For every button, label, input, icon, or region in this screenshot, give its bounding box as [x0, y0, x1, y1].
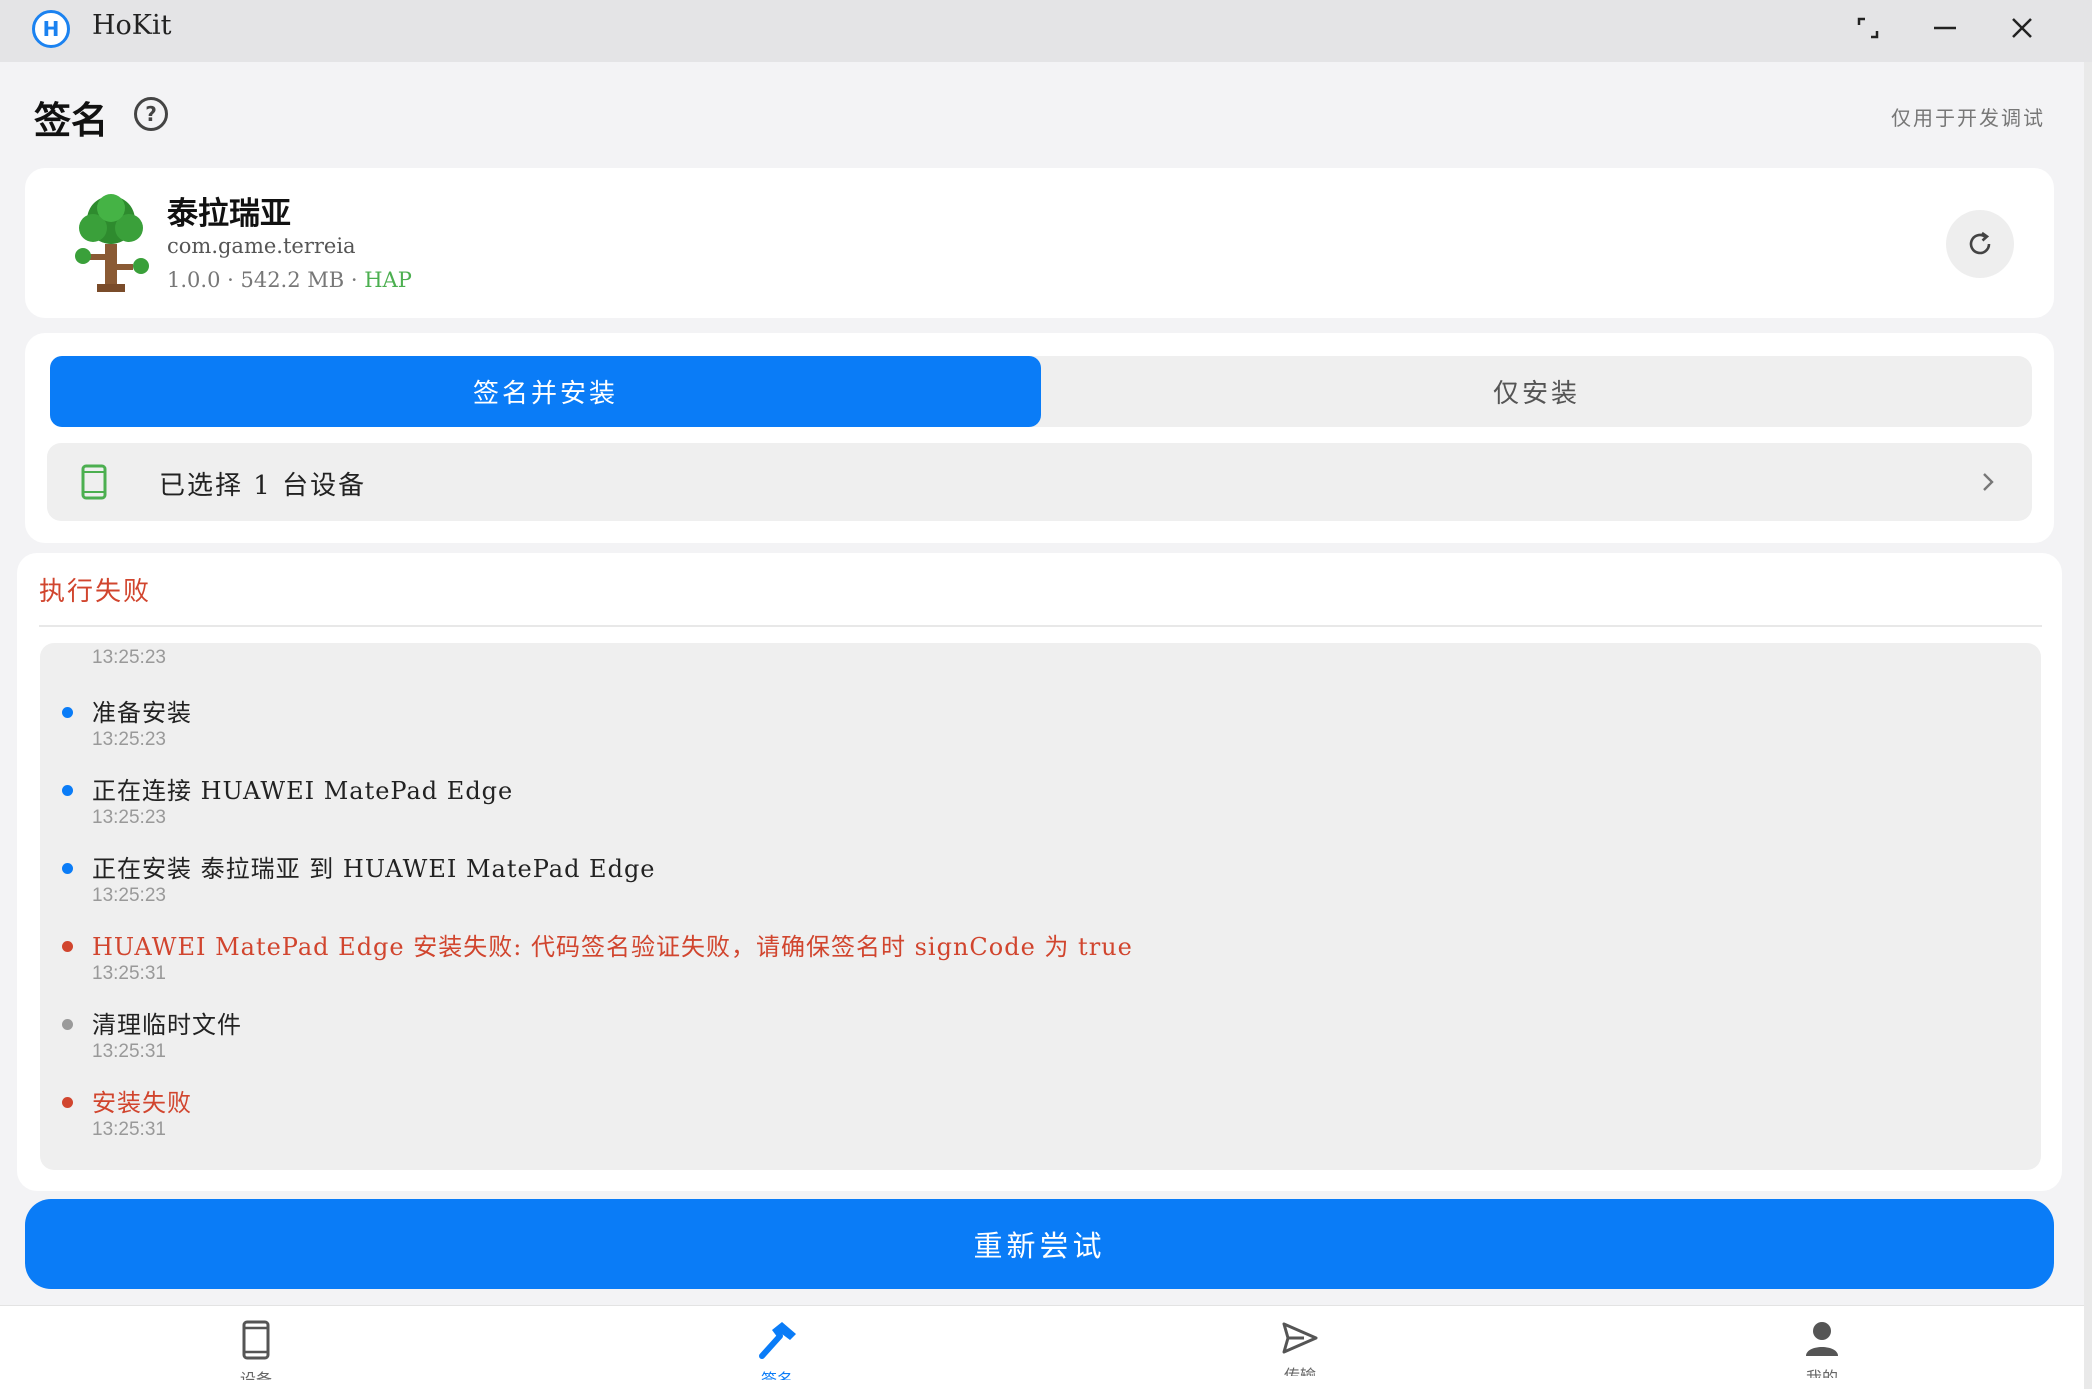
log-dot-icon: [62, 941, 73, 952]
help-glyph: ?: [145, 102, 157, 126]
refresh-button[interactable]: [1946, 210, 2014, 278]
nav-item-devices[interactable]: 设备: [196, 1320, 316, 1389]
meta-separator: ·: [220, 268, 241, 292]
selected-device-count: 已选择 1 台设备: [159, 471, 367, 501]
log-dot-icon: [62, 1097, 73, 1108]
log-entry: 正在安装 泰拉瑞亚 到 HUAWEI MatePad Edge 13:25:23: [40, 843, 2041, 921]
close-button[interactable]: [1994, 8, 2050, 48]
device-selector[interactable]: 已选择 1 台设备: [47, 443, 2032, 521]
window-title: HoKit: [92, 10, 172, 41]
log-time: 13:25:31: [92, 1119, 166, 1140]
log-dot-icon: [62, 785, 73, 796]
execution-status: 执行失败: [39, 577, 152, 607]
log-time: 13:25:23: [92, 885, 166, 906]
minimize-icon: [1934, 26, 1956, 30]
log-entry: 清理临时文件 13:25:31: [40, 999, 2041, 1077]
app-name: 泰拉瑞亚: [167, 196, 291, 232]
meta-separator: ·: [344, 268, 365, 292]
log-message: 正在安装 泰拉瑞亚 到 HUAWEI MatePad Edge: [92, 855, 656, 883]
nav-label: 我的: [1805, 1368, 1838, 1378]
app-version: 1.0.0: [167, 268, 221, 292]
log-dot-icon: [62, 1019, 73, 1030]
log-message: 清理临时文件: [92, 1011, 242, 1039]
app-package: com.game.terreia: [167, 234, 356, 258]
log-time: 13:25:31: [92, 1041, 166, 1062]
nav-label: 设备: [239, 1370, 272, 1380]
app-window: H HoKit 签名 ? 仅用于开发调试 泰拉瑞亚 com.game.terre…: [0, 0, 2092, 1389]
nav-label: 签名: [760, 1370, 793, 1380]
app-info-card: 泰拉瑞亚 com.game.terreia 1.0.0 · 542.2 MB ·…: [25, 168, 2054, 318]
nav-label: 传输: [1283, 1366, 1316, 1376]
log-message: 准备安装: [92, 699, 192, 727]
log-entry: 安装失败 13:25:31: [40, 1077, 2041, 1155]
help-icon[interactable]: ?: [134, 97, 168, 131]
nav-item-transfer[interactable]: 传输: [1240, 1320, 1360, 1389]
install-mode-card: 签名并安装 仅安装 已选择 1 台设备: [25, 333, 2054, 543]
close-icon: [2012, 18, 2032, 38]
log-entry: 正在连接 HUAWEI MatePad Edge 13:25:23: [40, 765, 2041, 843]
nav-item-sign[interactable]: 签名: [717, 1320, 837, 1389]
hammer-icon: [759, 1322, 796, 1359]
app-logo-icon: H: [32, 10, 70, 48]
phone-icon: [81, 464, 107, 500]
log-time: 13:25:31: [92, 963, 166, 984]
app-format-badge: HAP: [364, 268, 412, 292]
window-scrollbar[interactable]: [2084, 62, 2092, 1389]
log-message: HUAWEI MatePad Edge 安装失败: 代码签名验证失败，请确保签名…: [92, 933, 1133, 961]
app-logo-letter: H: [42, 17, 60, 41]
page-title: 签名: [34, 98, 108, 142]
maximize-icon: [1857, 17, 1879, 39]
retry-button[interactable]: 重新尝试: [25, 1199, 2054, 1289]
log-time: 13:25:23: [92, 807, 166, 828]
log-message: 正在连接 HUAWEI MatePad Edge: [92, 777, 514, 805]
title-bar: H HoKit: [0, 0, 2092, 62]
install-only-tab[interactable]: 仅安装: [1041, 356, 2032, 427]
person-icon: [1806, 1322, 1838, 1356]
minimize-button[interactable]: [1917, 8, 1973, 48]
log-dot-icon: [62, 707, 73, 718]
log-list[interactable]: 13:25:23 准备安装 13:25:23 正在连接 HUAWEI MateP…: [40, 643, 2041, 1170]
log-entry: HUAWEI MatePad Edge 安装失败: 代码签名验证失败，请确保签名…: [40, 921, 2041, 999]
chevron-right-icon: [1983, 473, 1994, 491]
mode-segmented-control: 签名并安装 仅安装: [50, 356, 2032, 427]
execution-log-card: 执行失败 13:25:23 准备安装 13:25:23 正在连接 HUAWEI …: [17, 553, 2062, 1191]
log-entry: 准备安装 13:25:23: [40, 687, 2041, 765]
bottom-nav: 设备 签名 传输 我的: [0, 1305, 2084, 1389]
log-time: 13:25:23: [92, 729, 166, 750]
sign-and-install-tab[interactable]: 签名并安装: [50, 356, 1041, 427]
divider: [39, 625, 2042, 627]
log-time: 13:25:23: [92, 647, 166, 668]
send-icon: [1282, 1322, 1318, 1354]
phone-icon: [242, 1320, 270, 1360]
dev-note: 仅用于开发调试: [1891, 106, 2045, 130]
log-message: 安装失败: [92, 1089, 192, 1117]
maximize-button[interactable]: [1840, 8, 1896, 48]
app-size: 542.2 MB: [240, 268, 345, 292]
nav-item-profile[interactable]: 我的: [1762, 1320, 1882, 1389]
app-meta: 1.0.0 · 542.2 MB · HAP: [167, 268, 412, 292]
log-dot-icon: [62, 863, 73, 874]
refresh-icon: [1969, 231, 1991, 255]
app-tree-icon: [75, 194, 149, 292]
